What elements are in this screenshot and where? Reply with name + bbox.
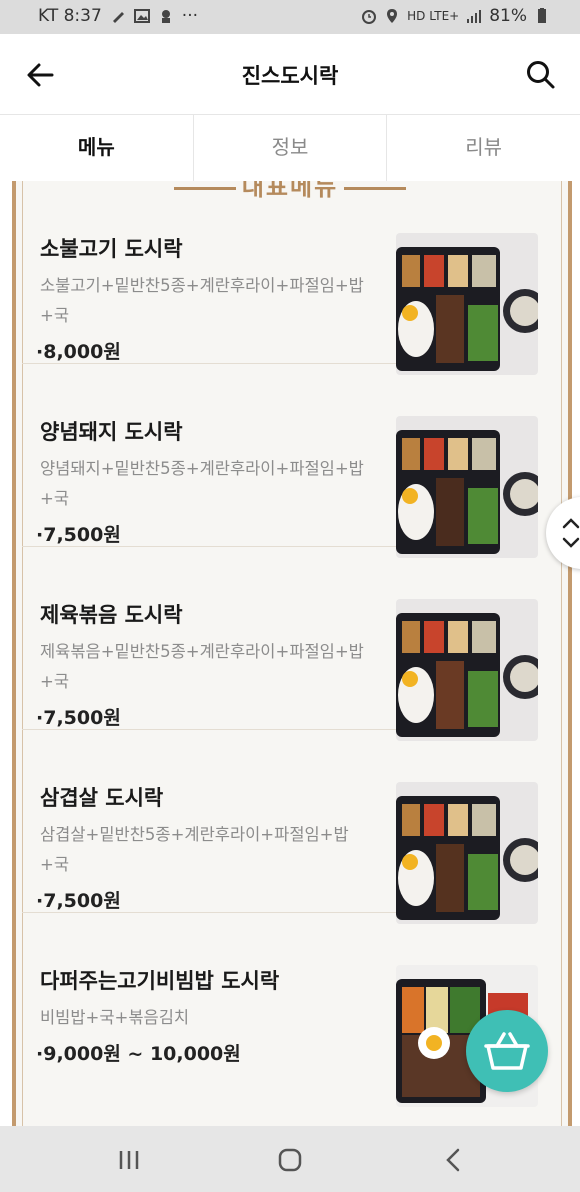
home-button[interactable] [272, 1142, 308, 1178]
menu-item-photo [396, 782, 538, 924]
alarm-icon [362, 10, 377, 24]
menu-item-price: ·7,500원 [36, 524, 121, 546]
more-notifications: ··· [181, 6, 199, 26]
bento-photo [396, 599, 538, 741]
basket-icon [484, 1032, 530, 1070]
menu-item-price: ·7,500원 [36, 890, 121, 912]
bento-photo [396, 233, 538, 375]
menu-item-desc: 소불고기+밑반찬5종+계란후라이+파절임+밥+국 [40, 276, 364, 325]
recent-apps-button[interactable] [111, 1142, 147, 1178]
menu-item-price: ·7,500원 [36, 707, 121, 729]
menu-item-desc: 비빔밥+국+볶음김치 [40, 1008, 190, 1027]
network-label: HD LTE+ [407, 9, 460, 23]
battery-icon [538, 8, 546, 23]
menu-item-name: 양념돼지 도시락 [40, 420, 183, 444]
bento-photo [396, 782, 538, 924]
status-bar: KT 8:37 ··· HD LTE+ 81% [0, 0, 580, 34]
carrier-time: KT 8:37 [38, 6, 102, 26]
chevron-up-down-icon [562, 518, 580, 548]
app-notification-icon [161, 10, 170, 23]
menu-item-desc: 삼겹살+밑반찬5종+계란후라이+파절임+밥+국 [40, 825, 349, 874]
menu-item[interactable]: 제육볶음 도시락 제육볶음+밑반찬5종+계란후라이+파절임+밥+국 ·7,500… [22, 547, 538, 741]
pencil-icon [112, 12, 124, 23]
menu-item-photo [396, 416, 538, 558]
location-icon [387, 9, 398, 23]
menu-item-price: ·8,000원 [36, 341, 121, 363]
menu-item-name: 다퍼주는고기비빔밥 도시락 [40, 969, 280, 993]
tab-menu[interactable]: 메뉴 [0, 115, 194, 181]
page-title: 진스도시락 [241, 64, 339, 88]
menu-item[interactable]: 소불고기 도시락 소불고기+밑반찬5종+계란후라이+파절임+밥+국 ·8,000… [22, 181, 538, 375]
menu-item-name: 삼겹살 도시락 [40, 786, 164, 810]
tab-bar: 메뉴 정보 리뷰 [0, 114, 580, 182]
menu-item-name: 제육볶음 도시락 [40, 603, 183, 627]
menu-item-name: 소불고기 도시락 [40, 237, 183, 261]
tab-info[interactable]: 정보 [194, 115, 388, 181]
bento-photo [396, 416, 538, 558]
menu-item-photo [396, 599, 538, 741]
menu-item-desc: 양념돼지+밑반찬5종+계란후라이+파절임+밥+국 [40, 459, 364, 508]
menu-item[interactable]: 양념돼지 도시락 양념돼지+밑반찬5종+계란후라이+파절임+밥+국 ·7,500… [22, 364, 538, 558]
home-icon [278, 1148, 302, 1172]
search-button[interactable] [524, 58, 558, 92]
app-header: 진스도시락 [0, 34, 580, 114]
battery-percent: 81% [489, 6, 527, 26]
system-back-button[interactable] [436, 1142, 472, 1178]
signal-icon [467, 10, 482, 23]
cart-button[interactable] [466, 1010, 548, 1092]
menu-item-photo [396, 233, 538, 375]
menu-content[interactable]: 대표메뉴 소불고기 도시락 소불고기+밑반찬5종+계란후라이+파절임+밥+국 ·… [0, 181, 580, 1126]
chevron-left-icon [446, 1148, 460, 1172]
menu-item[interactable]: 삼겹살 도시락 삼겹살+밑반찬5종+계란후라이+파절임+밥+국 ·7,500원 [22, 730, 538, 924]
tab-review[interactable]: 리뷰 [387, 115, 580, 181]
menu-item-desc: 제육볶음+밑반찬5종+계란후라이+파절임+밥+국 [40, 642, 364, 691]
menu-item-price: ·9,000원 ~ 10,000원 [36, 1043, 241, 1065]
recent-apps-icon [119, 1151, 139, 1169]
image-icon [133, 9, 150, 23]
search-icon [527, 61, 555, 89]
menu-item[interactable]: 다퍼주는고기비빔밥 도시락 비빔밥+국+볶음김치 ·9,000원 ~ 10,00… [22, 913, 538, 1107]
system-nav-bar [0, 1126, 580, 1192]
